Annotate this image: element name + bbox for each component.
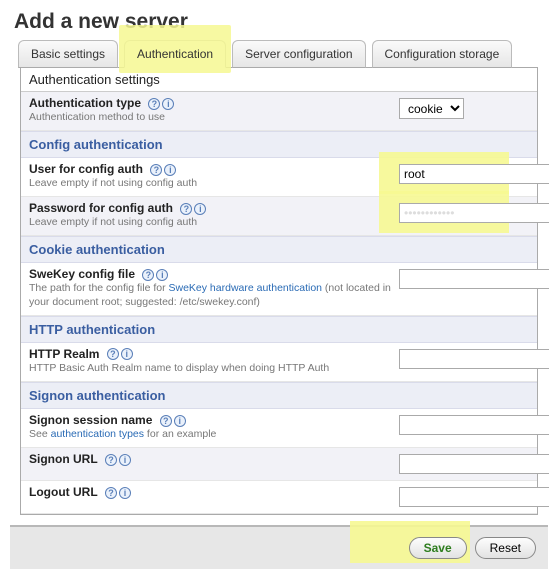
help-icon[interactable]: ? bbox=[105, 487, 117, 499]
logout-url-input[interactable] bbox=[399, 487, 549, 507]
section-cookie-auth: Cookie authentication bbox=[21, 236, 537, 263]
swekey-input[interactable] bbox=[399, 269, 549, 289]
reset-button[interactable]: Reset bbox=[475, 537, 536, 559]
info-icon[interactable]: i bbox=[119, 487, 131, 499]
info-icon[interactable]: i bbox=[156, 269, 168, 281]
row-password: Password for config auth ? i Leave empty… bbox=[21, 197, 537, 236]
signon-url-label: Signon URL bbox=[29, 452, 98, 466]
auth-type-desc: Authentication method to use bbox=[29, 111, 399, 124]
signon-name-desc: See authentication types for an example bbox=[29, 428, 399, 441]
info-icon[interactable]: i bbox=[119, 454, 131, 466]
realm-desc: HTTP Basic Auth Realm name to display wh… bbox=[29, 362, 399, 375]
info-icon[interactable]: i bbox=[164, 164, 176, 176]
auth-types-link[interactable]: authentication types bbox=[51, 428, 144, 440]
section-http-auth: HTTP authentication bbox=[21, 316, 537, 343]
help-icon[interactable]: ? bbox=[180, 203, 192, 215]
tab-server-configuration[interactable]: Server configuration bbox=[232, 40, 365, 68]
tab-configuration-storage[interactable]: Configuration storage bbox=[372, 40, 513, 68]
tab-authentication[interactable]: Authentication bbox=[124, 40, 226, 68]
info-icon[interactable]: i bbox=[121, 348, 133, 360]
save-button[interactable]: Save bbox=[409, 537, 467, 559]
user-input[interactable] bbox=[399, 164, 549, 184]
settings-panel: Authentication settings Authentication t… bbox=[20, 67, 538, 515]
realm-label: HTTP Realm bbox=[29, 347, 99, 361]
signon-desc-pre: See bbox=[29, 428, 51, 440]
info-icon[interactable]: i bbox=[194, 203, 206, 215]
logout-url-label: Logout URL bbox=[29, 485, 98, 499]
row-swekey: SweKey config file ? i The path for the … bbox=[21, 263, 537, 315]
password-input[interactable] bbox=[399, 203, 549, 223]
help-icon[interactable]: ? bbox=[150, 164, 162, 176]
footer-bar: Save Reset bbox=[10, 525, 548, 569]
signon-name-label: Signon session name bbox=[29, 413, 152, 427]
section-signon-auth: Signon authentication bbox=[21, 382, 537, 409]
info-icon[interactable]: i bbox=[174, 415, 186, 427]
swekey-desc: The path for the config file for SweKey … bbox=[29, 282, 399, 308]
help-icon[interactable]: ? bbox=[160, 415, 172, 427]
auth-type-select[interactable]: cookie bbox=[399, 98, 464, 119]
swekey-label: SweKey config file bbox=[29, 267, 135, 281]
row-logout-url: Logout URL ? i bbox=[21, 481, 537, 514]
signon-desc-post: for an example bbox=[144, 428, 216, 440]
page-title: Add a new server bbox=[0, 0, 558, 40]
swekey-desc-pre: The path for the config file for bbox=[29, 282, 169, 294]
password-label: Password for config auth bbox=[29, 201, 173, 215]
realm-input[interactable] bbox=[399, 349, 549, 369]
user-label: User for config auth bbox=[29, 162, 143, 176]
help-icon[interactable]: ? bbox=[107, 348, 119, 360]
panel-header: Authentication settings bbox=[21, 68, 537, 92]
row-http-realm: HTTP Realm ? i HTTP Basic Auth Realm nam… bbox=[21, 343, 537, 382]
row-signon-url: Signon URL ? i bbox=[21, 448, 537, 481]
help-icon[interactable]: ? bbox=[148, 98, 160, 110]
help-icon[interactable]: ? bbox=[105, 454, 117, 466]
row-signon-name: Signon session name ? i See authenticati… bbox=[21, 409, 537, 448]
user-desc: Leave empty if not using config auth bbox=[29, 177, 399, 190]
row-auth-type: Authentication type ? i Authentication m… bbox=[21, 92, 537, 131]
tabs-bar: Basic settings Authentication Server con… bbox=[0, 40, 558, 515]
password-desc: Leave empty if not using config auth bbox=[29, 216, 399, 229]
auth-type-label: Authentication type bbox=[29, 96, 141, 110]
info-icon[interactable]: i bbox=[162, 98, 174, 110]
tab-basic-settings[interactable]: Basic settings bbox=[18, 40, 118, 68]
swekey-link[interactable]: SweKey hardware authentication bbox=[169, 282, 323, 294]
signon-url-input[interactable] bbox=[399, 454, 549, 474]
signon-name-input[interactable] bbox=[399, 415, 549, 435]
help-icon[interactable]: ? bbox=[142, 269, 154, 281]
